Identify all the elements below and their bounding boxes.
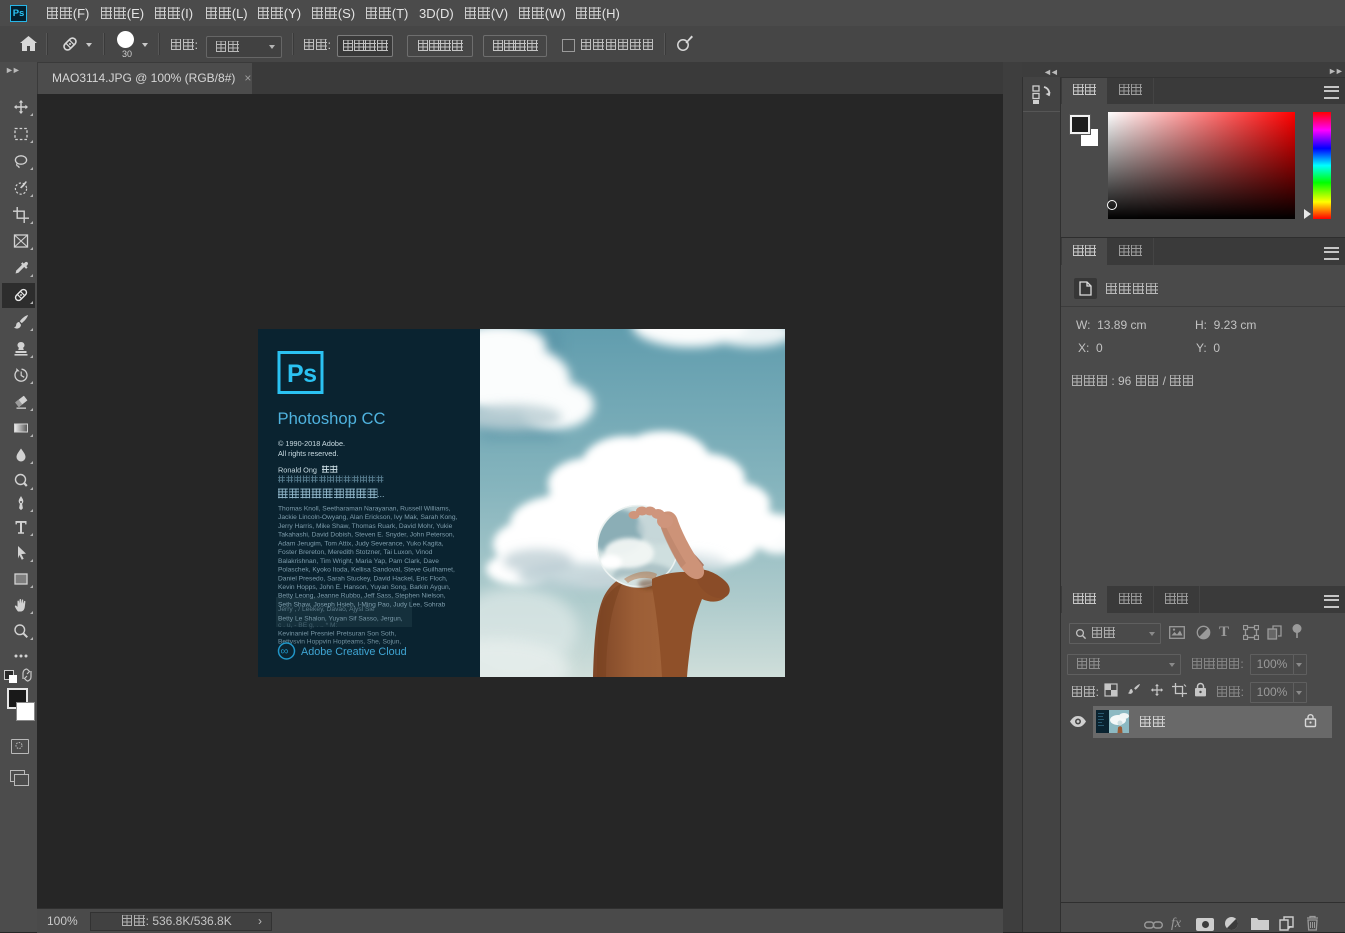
- svg-text:Balakrishnan, Tim Wright, Mari: Balakrishnan, Tim Wright, Maria Yap, Pam…: [278, 558, 439, 565]
- svg-text:∞: ∞: [281, 646, 289, 658]
- svg-text:Jackie Lincoln-Owyang, Alan Er: Jackie Lincoln-Owyang, Alan Erickson, Iv…: [278, 514, 458, 521]
- svg-text:Adam Jerugim, Tom Attix, Judy: Adam Jerugim, Tom Attix, Judy Severance,…: [278, 540, 444, 547]
- svg-text:Takahashi, David Dobish, Steve: Takahashi, David Dobish, Steven E. Snyde…: [278, 532, 455, 539]
- svg-text:...: ...: [377, 489, 385, 499]
- svg-text:c . u, - BE g, . ..: c . u, - BE g, . .. * M:: [278, 622, 338, 629]
- svg-text:Ronald Ong: Ronald Ong: [278, 466, 317, 475]
- svg-text:Photoshop CC: Photoshop CC: [278, 409, 386, 428]
- svg-text:Ps: Ps: [287, 360, 317, 388]
- svg-text:Thomas Knoll, Seetharaman Nara: Thomas Knoll, Seetharaman Narayanan, Rus…: [278, 506, 451, 513]
- svg-text:All rights reserved.: All rights reserved.: [278, 449, 338, 458]
- svg-text:Adobe Creative Cloud: Adobe Creative Cloud: [301, 646, 407, 658]
- svg-text:Jerry , / Leekey, Davao, Ajy: Jerry , / Leekey, Davao, Ajysl Sie: [278, 606, 375, 613]
- svg-text:Daniel Presedo, Sarah Stuckey,: Daniel Presedo, Sarah Stuckey, David Hac…: [278, 575, 448, 582]
- svg-text:Bettvsvin Hoppvin Hopteams, Sh: Bettvsvin Hoppvin Hopteams, She, Sojun,: [278, 639, 401, 646]
- svg-text:Polaschek, Kyoko Itoda, Kellis: Polaschek, Kyoko Itoda, Kellisa Sandoval…: [278, 567, 455, 574]
- svg-text:Betty Leong, Jeanne Rubbo, Jef: Betty Leong, Jeanne Rubbo, Jeff Sass, St…: [278, 593, 446, 600]
- svg-text:Kevin Hopps, John E. Hanson, Y: Kevin Hopps, John E. Hanson, Yuyan Song,…: [278, 584, 451, 591]
- svg-text:© 1990-2018 Adobe.: © 1990-2018 Adobe.: [278, 439, 345, 448]
- svg-text:Kevinaniel Presniel Pretsuran: Kevinaniel Presniel Pretsuran Son Soth,: [278, 631, 396, 638]
- svg-text:Jerry Harris, Mike Shaw, Thoma: Jerry Harris, Mike Shaw, Thomas Ruark, D…: [278, 523, 453, 530]
- svg-text:Foster Brereton, Meredith Stot: Foster Brereton, Meredith Stotzner, Tai …: [278, 549, 433, 556]
